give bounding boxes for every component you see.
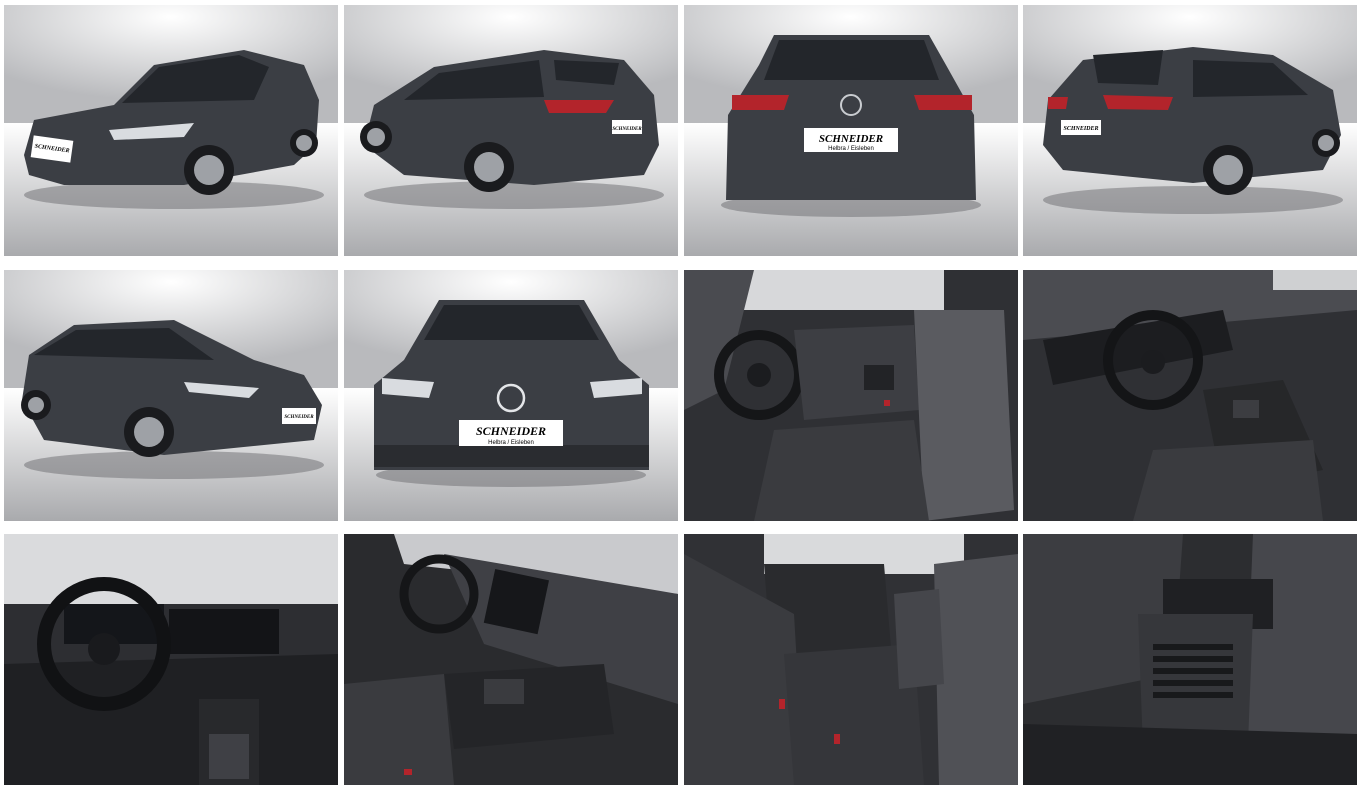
gallery-photo-interior-center-console[interactable]	[344, 534, 678, 785]
gallery-photo-exterior-front-right[interactable]: SCHNEIDER	[4, 270, 338, 521]
license-plate-text: SCHNEIDER	[284, 415, 314, 420]
interior-dashboard-image	[4, 534, 338, 785]
gallery-photo-interior-rear-vents[interactable]	[1023, 534, 1357, 785]
interior-driver-seat-image	[684, 270, 1018, 521]
gallery-photo-exterior-rear-left[interactable]: SCHNEIDER	[344, 5, 678, 256]
license-plate-subtext: Helbra / Eisleben	[828, 146, 874, 152]
gallery-photo-interior-dashboard[interactable]	[4, 534, 338, 785]
gallery-photo-interior-cockpit[interactable]	[1023, 270, 1357, 521]
car-rear-right-image: SCHNEIDER	[1023, 5, 1357, 256]
gallery-photo-exterior-rear[interactable]: SCHNEIDER Helbra / Eisleben	[684, 5, 1018, 256]
interior-cockpit-image	[1023, 270, 1357, 521]
gallery-photo-interior-rear-seats[interactable]	[684, 534, 1018, 785]
interior-rear-seats-image	[684, 534, 1018, 785]
car-rear-left-image: SCHNEIDER	[344, 5, 678, 256]
car-front-right-image: SCHNEIDER	[4, 270, 338, 521]
license-plate-text: SCHNEIDER	[819, 133, 883, 145]
interior-center-console-image	[344, 534, 678, 785]
photo-gallery-grid: SCHNEIDER SCHNEIDER SCHNEIDER Helbra / E…	[4, 5, 1360, 785]
gallery-photo-exterior-front[interactable]: SCHNEIDER Helbra / Eisleben	[344, 270, 678, 521]
car-front-left-image: SCHNEIDER	[4, 5, 338, 256]
gallery-photo-exterior-rear-right[interactable]: SCHNEIDER	[1023, 5, 1357, 256]
license-plate-text: SCHNEIDER	[476, 424, 546, 438]
gallery-photo-interior-driver-seat[interactable]	[684, 270, 1018, 521]
license-plate-subtext: Helbra / Eisleben	[488, 440, 534, 446]
car-rear-image: SCHNEIDER Helbra / Eisleben	[684, 5, 1018, 256]
license-plate-text: SCHNEIDER	[1063, 126, 1098, 132]
interior-rear-vents-image	[1023, 534, 1357, 785]
car-front-image: SCHNEIDER Helbra / Eisleben	[344, 270, 678, 521]
gallery-photo-exterior-front-left[interactable]: SCHNEIDER	[4, 5, 338, 256]
license-plate-text: SCHNEIDER	[612, 127, 642, 132]
